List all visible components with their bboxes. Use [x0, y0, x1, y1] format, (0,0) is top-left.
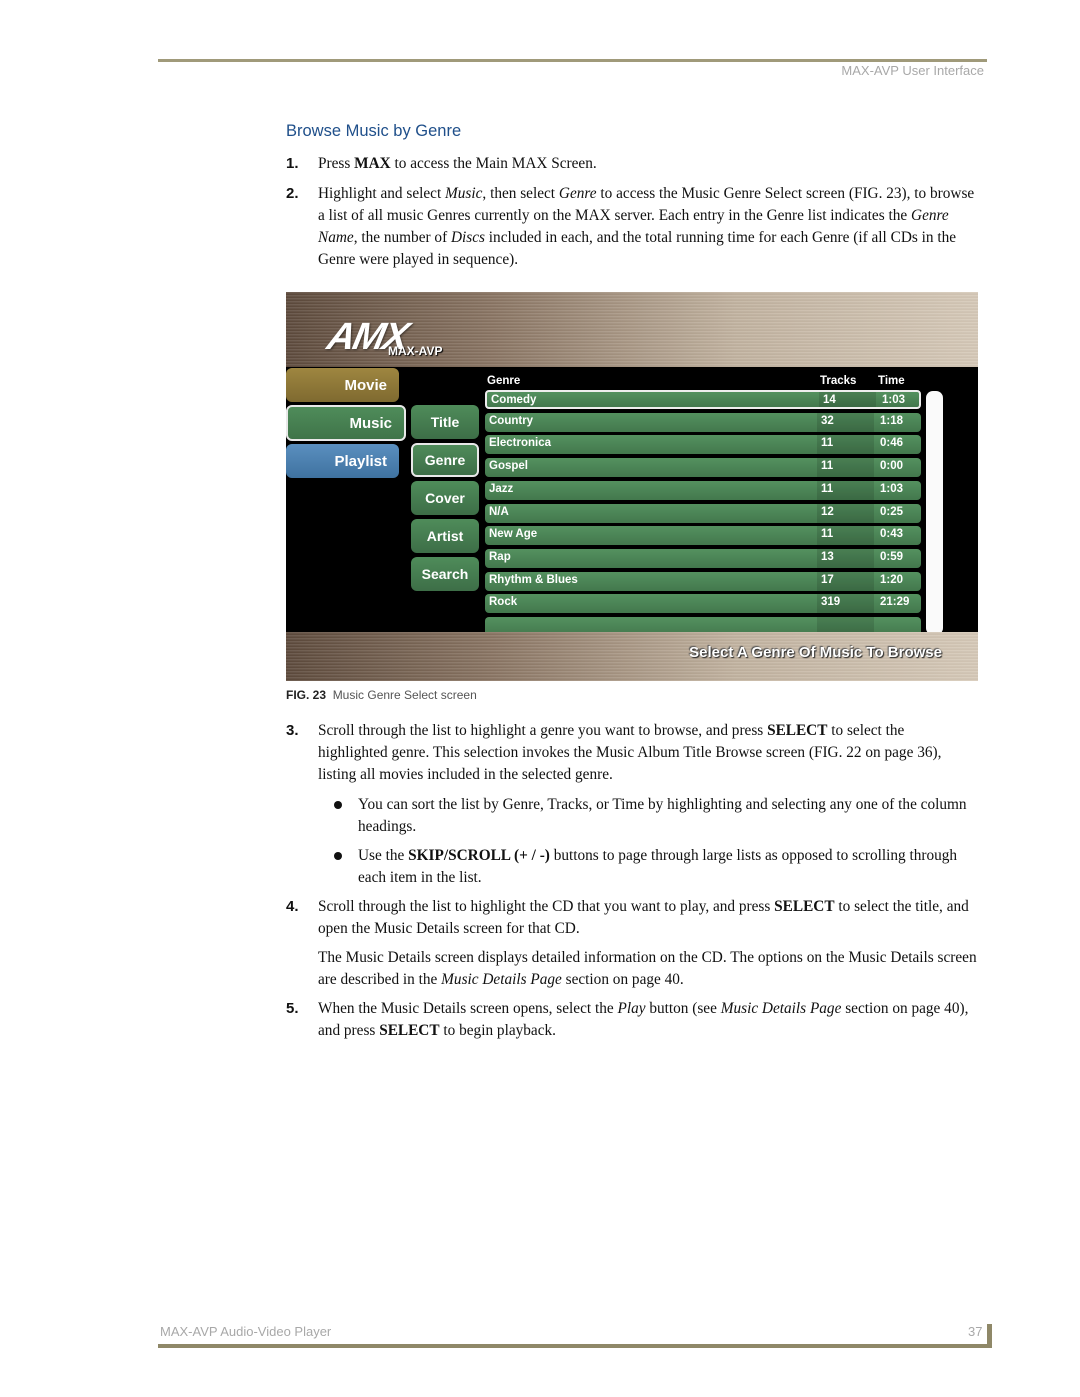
step-4: 4. Scroll through the list to highlight …: [286, 898, 969, 937]
track-count: 11: [821, 460, 834, 473]
column-header-time[interactable]: Time: [878, 375, 905, 387]
genre-row[interactable]: Gospel 11 0:00: [485, 458, 921, 478]
max-avp-logo-text: MAX-AVP: [388, 344, 443, 358]
nav-playlist-button[interactable]: Playlist: [286, 444, 399, 478]
track-count: 11: [821, 482, 834, 495]
genre-row[interactable]: New Age 11 0:43: [485, 526, 921, 546]
running-time: 0:59: [880, 550, 904, 563]
column-header-genre[interactable]: Genre: [487, 375, 520, 387]
genre-name: Electronica: [489, 437, 551, 450]
genre-name: New Age: [489, 528, 538, 541]
music-genre-select-screenshot: AMX MAX-AVP Movie Music Playlist Title G…: [286, 292, 978, 681]
bullet-skip-scroll: Use the SKIP/SCROLL (+ / -) buttons to p…: [334, 845, 978, 889]
instruction-banner: Select A Genre Of Music To Browse: [689, 644, 942, 661]
genre-row[interactable]: Comedy 14 1:03: [485, 390, 921, 409]
track-count: 17: [821, 573, 834, 586]
track-count: 14: [823, 394, 836, 406]
genre-row[interactable]: N/A 12 0:25: [485, 503, 921, 523]
running-time: 0:25: [880, 505, 904, 518]
running-time: 1:03: [882, 394, 906, 406]
track-count: 11: [821, 437, 834, 450]
step-4-note: The Music Details screen displays detail…: [318, 949, 977, 988]
genre-row[interactable]: Country 32 1:18: [485, 412, 921, 432]
running-time: 0:00: [880, 460, 904, 473]
subnav-title-button[interactable]: Title: [411, 405, 479, 439]
running-time: 0:43: [880, 528, 904, 541]
running-time: 0:46: [880, 437, 904, 450]
list-scrollbar[interactable]: [926, 391, 943, 635]
running-head: MAX-AVP User Interface: [841, 63, 984, 78]
genre-row[interactable]: Jazz 11 1:03: [485, 480, 921, 500]
step-number: 1.: [286, 155, 299, 172]
step-5: 5. When the Music Details screen opens, …: [286, 1000, 969, 1039]
genre-name: Country: [489, 414, 534, 427]
track-count: 319: [821, 596, 841, 609]
step-2: 2. Highlight and select Music, then sele…: [286, 185, 975, 268]
genre-row[interactable]: Rap 13 0:59: [485, 548, 921, 568]
page-number: 37: [968, 1324, 983, 1339]
track-count: 12: [821, 505, 834, 518]
running-time: 21:29: [880, 596, 910, 609]
nav-music-button[interactable]: Music: [286, 405, 406, 441]
header-rule: [158, 59, 987, 62]
track-count: 32: [821, 414, 834, 427]
subnav-search-button[interactable]: Search: [411, 557, 479, 591]
genre-name: Comedy: [491, 394, 537, 406]
subnav-genre-button[interactable]: Genre: [411, 443, 479, 477]
step-3: 3. Scroll through the list to highlight …: [286, 722, 942, 783]
figure-caption: FIG. 23 Music Genre Select screen: [286, 688, 477, 702]
genre-row[interactable]: Rock 319 21:29: [485, 594, 921, 614]
step-1: 1. Press MAX to access the Main MAX Scre…: [286, 153, 976, 175]
section-title: Browse Music by Genre: [286, 122, 462, 140]
running-time: 1:18: [880, 414, 904, 427]
step-number: 5.: [286, 1000, 299, 1017]
step-number: 2.: [286, 185, 299, 202]
genre-name: Jazz: [489, 482, 514, 495]
subnav-cover-button[interactable]: Cover: [411, 481, 479, 515]
subnav-artist-button[interactable]: Artist: [411, 519, 479, 553]
bullet-icon: [334, 852, 342, 860]
bullet-sort: You can sort the list by Genre, Tracks, …: [334, 794, 978, 838]
nav-movie-button[interactable]: Movie: [286, 368, 399, 402]
bullet-icon: [334, 801, 342, 809]
genre-row[interactable]: Rhythm & Blues 17 1:20: [485, 571, 921, 591]
footer-rule-tick: [987, 1324, 992, 1348]
genre-name: Gospel: [489, 460, 528, 473]
step-number: 3.: [286, 722, 299, 739]
step-number: 4.: [286, 898, 299, 915]
footer-rule: [158, 1344, 992, 1348]
genre-name: Rhythm & Blues: [489, 573, 578, 586]
column-header-tracks[interactable]: Tracks: [820, 375, 856, 387]
genre-name: Rap: [489, 550, 511, 563]
track-count: 11: [821, 528, 834, 541]
genre-name: Rock: [489, 596, 518, 609]
running-time: 1:20: [880, 573, 904, 586]
genre-row[interactable]: Electronica 11 0:46: [485, 435, 921, 455]
genre-name: N/A: [489, 505, 509, 518]
footer-product-name: MAX-AVP Audio-Video Player: [160, 1324, 332, 1339]
running-time: 1:03: [880, 482, 904, 495]
track-count: 13: [821, 550, 834, 563]
